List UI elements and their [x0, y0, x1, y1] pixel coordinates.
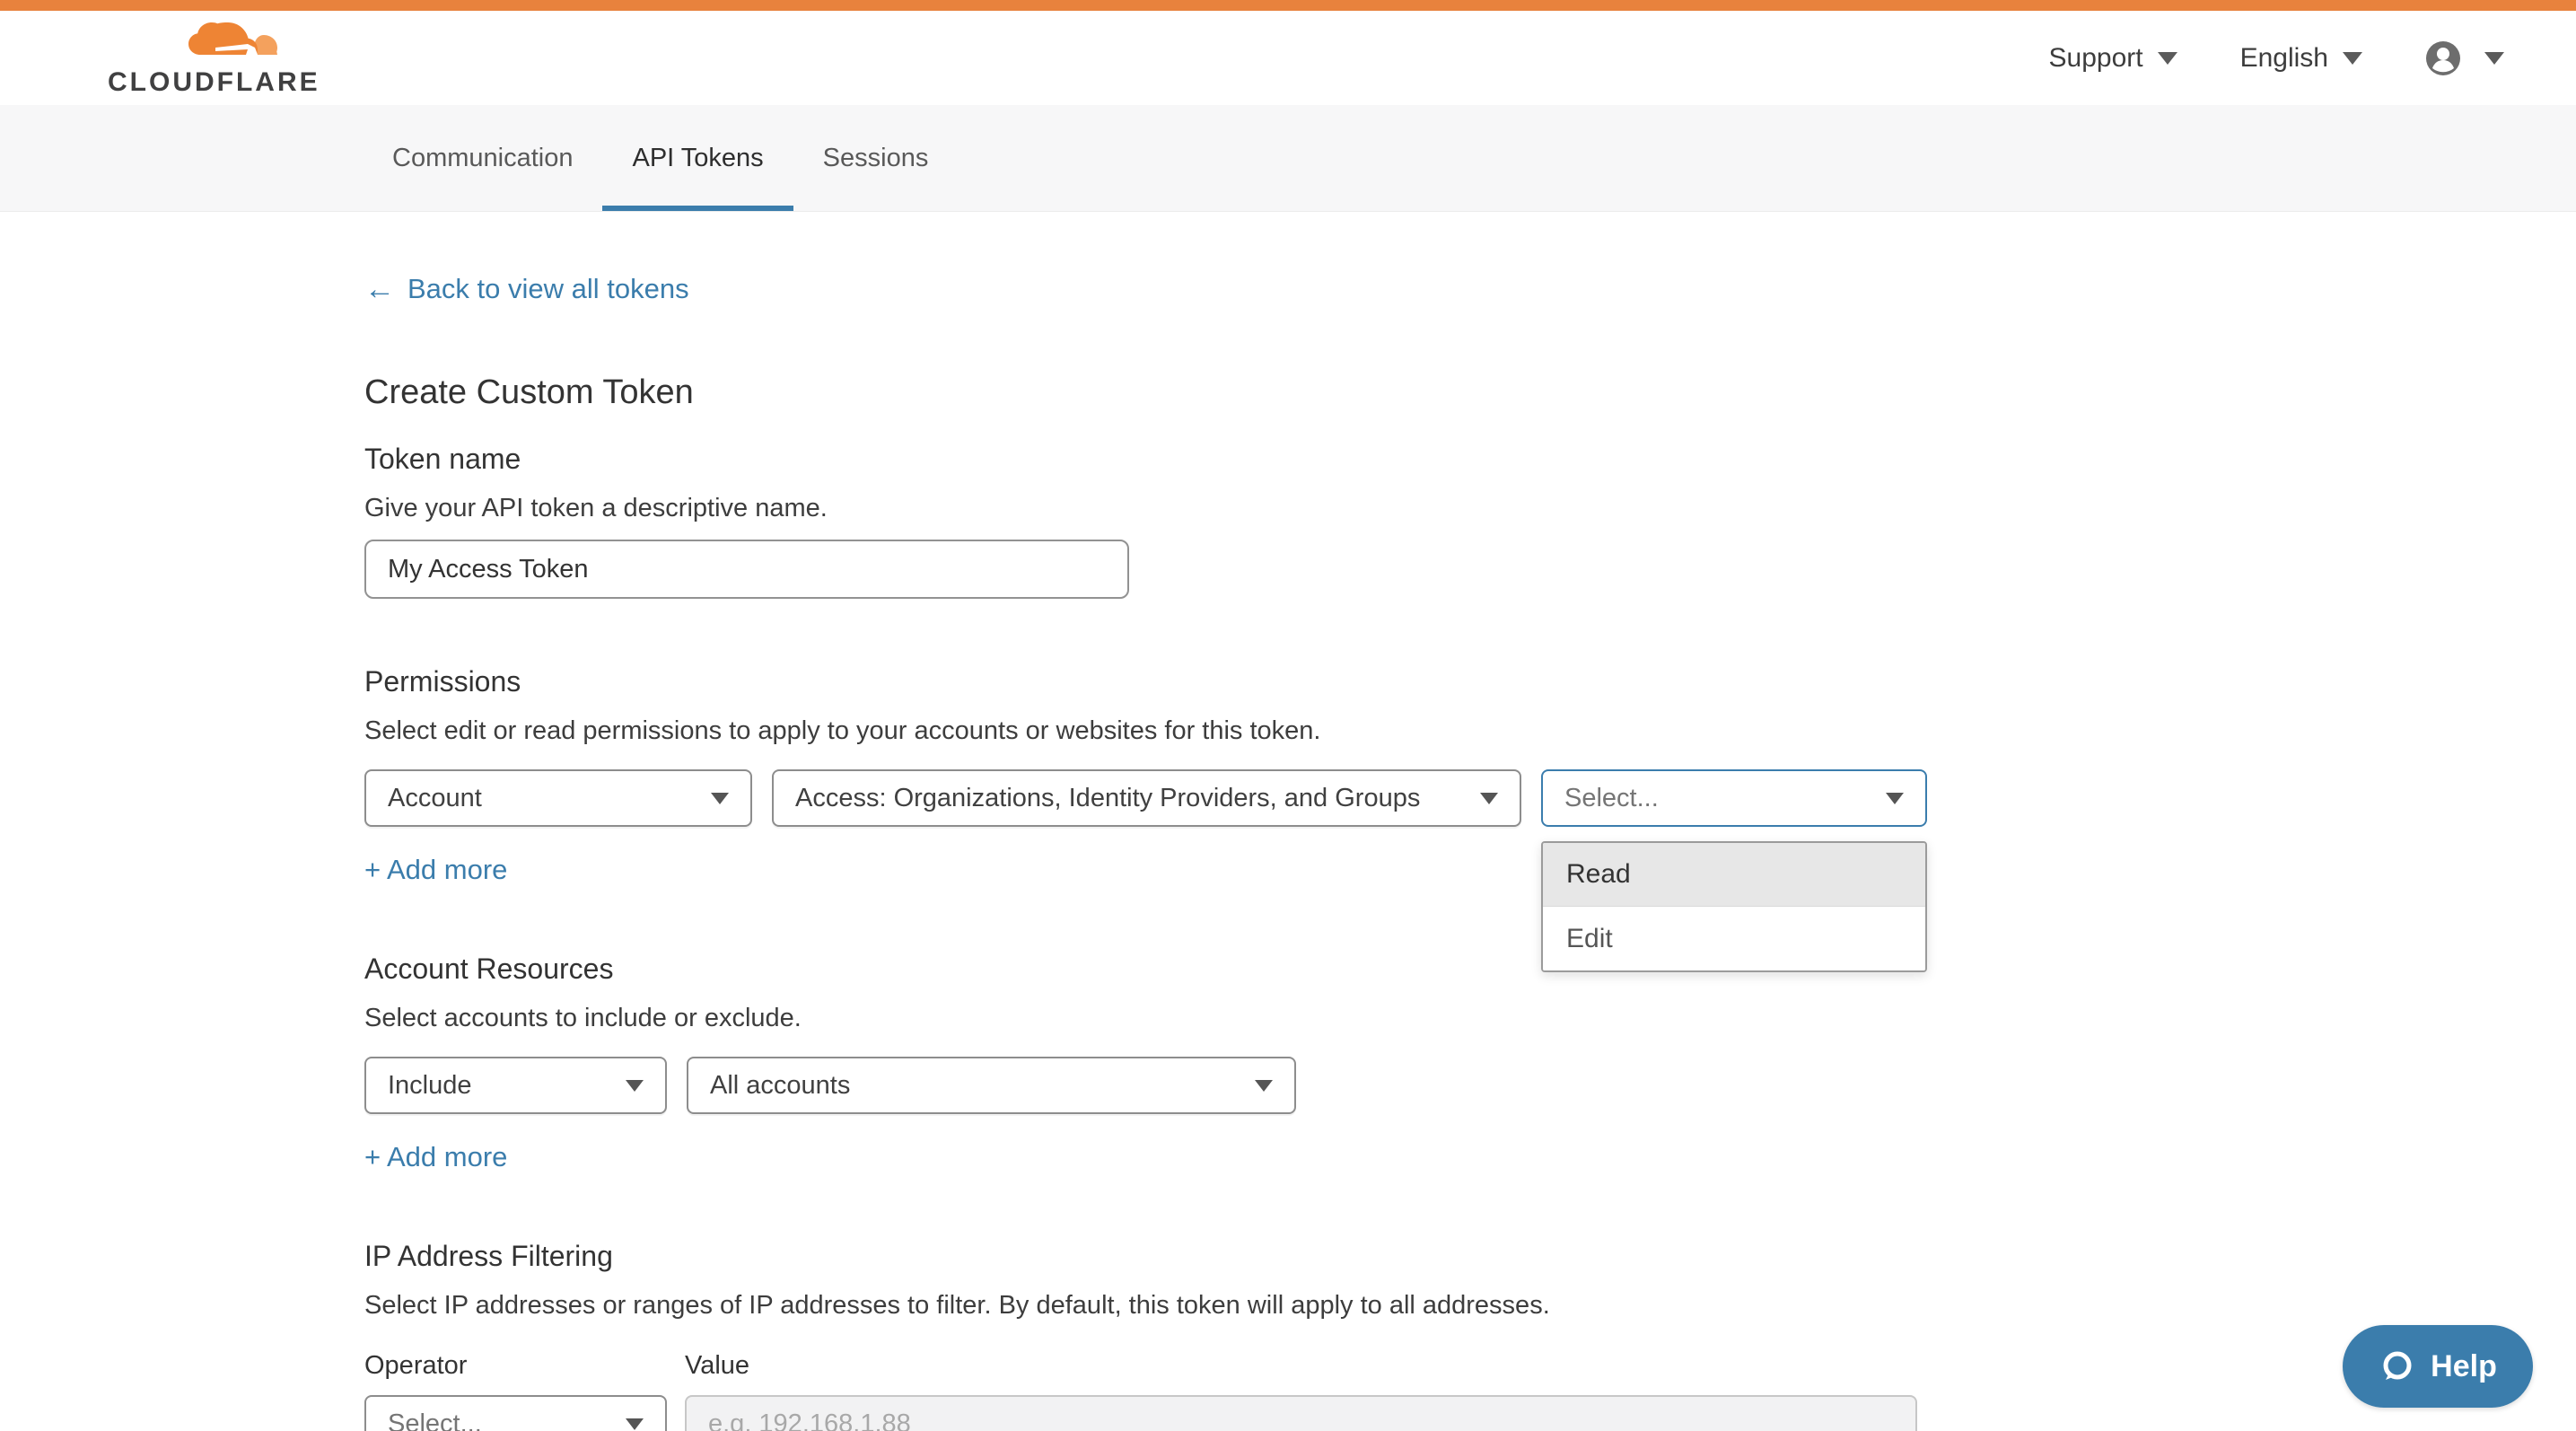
permission-scope-select[interactable]: Account: [364, 769, 752, 827]
account-resources-row: Include All accounts: [364, 1057, 2576, 1114]
header-right: Support English: [2049, 40, 2504, 76]
ip-filtering-row: Select...: [364, 1395, 2576, 1431]
permissions-add-more-link[interactable]: + Add more: [364, 854, 507, 886]
header: CLOUDFLARE Support English: [0, 11, 2576, 105]
caret-down-icon: [711, 793, 729, 804]
main-content: ← Back to view all tokens Create Custom …: [0, 212, 2576, 1431]
caret-down-icon: [1255, 1080, 1273, 1092]
top-accent-bar: [0, 0, 2576, 11]
permission-resource-select[interactable]: Access: Organizations, Identity Provider…: [772, 769, 1521, 827]
caret-down-icon: [626, 1418, 644, 1430]
permission-level-menu: Read Edit: [1541, 841, 1927, 972]
support-menu[interactable]: Support: [2049, 43, 2177, 74]
tab-bar: Communication API Tokens Sessions: [0, 105, 2576, 212]
ip-operator-placeholder: Select...: [388, 1409, 482, 1431]
permissions-description: Select edit or read permissions to apply…: [364, 716, 2576, 746]
token-name-heading: Token name: [364, 443, 2576, 476]
resource-mode-value: Include: [388, 1071, 472, 1101]
permissions-section: Permissions Select edit or read permissi…: [364, 665, 2576, 886]
tab-api-tokens[interactable]: API Tokens: [602, 105, 793, 211]
caret-down-icon: [1886, 793, 1904, 804]
language-menu[interactable]: English: [2240, 43, 2362, 74]
cloudflare-cloud-icon: [188, 19, 296, 66]
back-to-tokens-link[interactable]: ← Back to view all tokens: [364, 273, 689, 305]
account-menu[interactable]: [2425, 40, 2504, 76]
ip-value-input[interactable]: [685, 1395, 1917, 1431]
token-name-section: Token name Give your API token a descrip…: [364, 443, 2576, 599]
tab-sessions[interactable]: Sessions: [793, 105, 959, 211]
chat-bubble-icon: [2379, 1348, 2416, 1385]
brand-name: CLOUDFLARE: [108, 67, 320, 98]
menu-option-read[interactable]: Read: [1543, 843, 1925, 907]
page-title: Create Custom Token: [364, 373, 2576, 412]
operator-label: Operator: [364, 1351, 685, 1381]
resource-mode-select[interactable]: Include: [364, 1057, 667, 1114]
cloudflare-logo[interactable]: CLOUDFLARE: [108, 19, 320, 98]
menu-option-edit[interactable]: Edit: [1543, 907, 1925, 970]
account-resources-heading: Account Resources: [364, 953, 2576, 986]
chevron-down-icon: [2343, 52, 2362, 65]
token-name-input[interactable]: [364, 540, 1129, 599]
permission-level-wrap: Select... Read Edit: [1541, 769, 1927, 827]
ip-operator-select[interactable]: Select...: [364, 1395, 667, 1431]
account-resources-description: Select accounts to include or exclude.: [364, 1004, 2576, 1033]
caret-down-icon: [626, 1080, 644, 1092]
account-resources-add-more-link[interactable]: + Add more: [364, 1141, 507, 1173]
token-name-description: Give your API token a descriptive name.: [364, 494, 2576, 523]
ip-filtering-description: Select IP addresses or ranges of IP addr…: [364, 1291, 2576, 1321]
account-resources-section: Account Resources Select accounts to inc…: [364, 953, 2576, 1173]
ip-filtering-section: IP Address Filtering Select IP addresses…: [364, 1240, 2576, 1431]
permission-level-select[interactable]: Select...: [1541, 769, 1927, 827]
value-label: Value: [685, 1351, 749, 1381]
permissions-row: Account Access: Organizations, Identity …: [364, 769, 2576, 827]
chevron-down-icon: [2158, 52, 2177, 65]
permissions-heading: Permissions: [364, 665, 2576, 698]
permission-level-placeholder: Select...: [1564, 784, 1659, 813]
user-avatar-icon: [2425, 40, 2461, 76]
left-arrow-icon: ←: [364, 274, 395, 304]
ip-filtering-heading: IP Address Filtering: [364, 1240, 2576, 1273]
chevron-down-icon: [2484, 52, 2504, 65]
permission-resource-value: Access: Organizations, Identity Provider…: [795, 784, 1420, 813]
help-button-label: Help: [2431, 1349, 2497, 1384]
resource-accounts-value: All accounts: [710, 1071, 850, 1101]
language-label: English: [2240, 43, 2328, 74]
caret-down-icon: [1480, 793, 1498, 804]
permission-scope-value: Account: [388, 784, 482, 813]
back-link-label: Back to view all tokens: [407, 273, 689, 305]
resource-accounts-select[interactable]: All accounts: [687, 1057, 1296, 1114]
ip-filtering-labels: Operator Value: [364, 1351, 2576, 1381]
help-button[interactable]: Help: [2343, 1325, 2533, 1408]
support-label: Support: [2049, 43, 2143, 74]
tab-communication[interactable]: Communication: [363, 105, 602, 211]
